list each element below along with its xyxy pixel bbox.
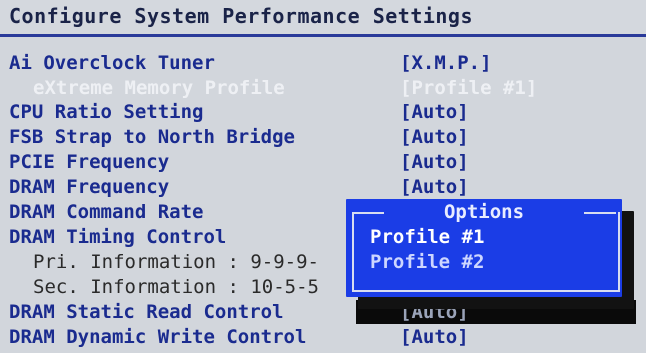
setting-dram-frequency-label[interactable]: DRAM Frequency — [9, 176, 169, 198]
setting-fsb-strap-value[interactable]: [Auto] — [400, 126, 469, 148]
popup-option-profile-2[interactable]: Profile #2 — [370, 251, 484, 273]
setting-cpu-ratio-label[interactable]: CPU Ratio Setting — [9, 101, 203, 123]
primary-timing-info: Pri. Information : 9-9-9- — [33, 251, 319, 273]
setting-ai-overclock-tuner-value[interactable]: [X.M.P.] — [400, 52, 492, 74]
setting-dram-command-rate-label[interactable]: DRAM Command Rate — [9, 201, 203, 223]
setting-pcie-frequency-label[interactable]: PCIE Frequency — [9, 151, 169, 173]
setting-extreme-memory-profile-value[interactable]: [Profile #1] — [400, 77, 537, 99]
setting-dram-dynamic-write-value[interactable]: [Auto] — [400, 326, 469, 348]
secondary-timing-info: Sec. Information : 10-5-5 — [33, 276, 319, 298]
setting-dram-timing-control-label[interactable]: DRAM Timing Control — [9, 226, 226, 248]
setting-dram-static-read-label[interactable]: DRAM Static Read Control — [9, 301, 284, 323]
setting-dram-static-read-value[interactable]: [Auto] — [400, 301, 469, 323]
setting-cpu-ratio-value[interactable]: [Auto] — [400, 101, 469, 123]
popup-option-profile-1[interactable]: Profile #1 — [370, 226, 484, 248]
setting-extreme-memory-profile-label[interactable]: eXtreme Memory Profile — [33, 77, 285, 99]
page-title: Configure System Performance Settings — [9, 4, 474, 28]
setting-dram-dynamic-write-label[interactable]: DRAM Dynamic Write Control — [9, 326, 306, 348]
selected-value-highlight — [356, 300, 636, 324]
popup-title: Options — [443, 201, 525, 223]
setting-ai-overclock-tuner-label[interactable]: Ai Overclock Tuner — [9, 52, 215, 74]
title-divider — [0, 34, 646, 37]
setting-pcie-frequency-value[interactable]: [Auto] — [400, 151, 469, 173]
options-popup: Options Profile #1 Profile #2 — [346, 199, 622, 297]
setting-dram-frequency-value[interactable]: [Auto] — [400, 176, 469, 198]
title-bar: Configure System Performance Settings — [0, 0, 646, 34]
setting-fsb-strap-label[interactable]: FSB Strap to North Bridge — [9, 126, 295, 148]
